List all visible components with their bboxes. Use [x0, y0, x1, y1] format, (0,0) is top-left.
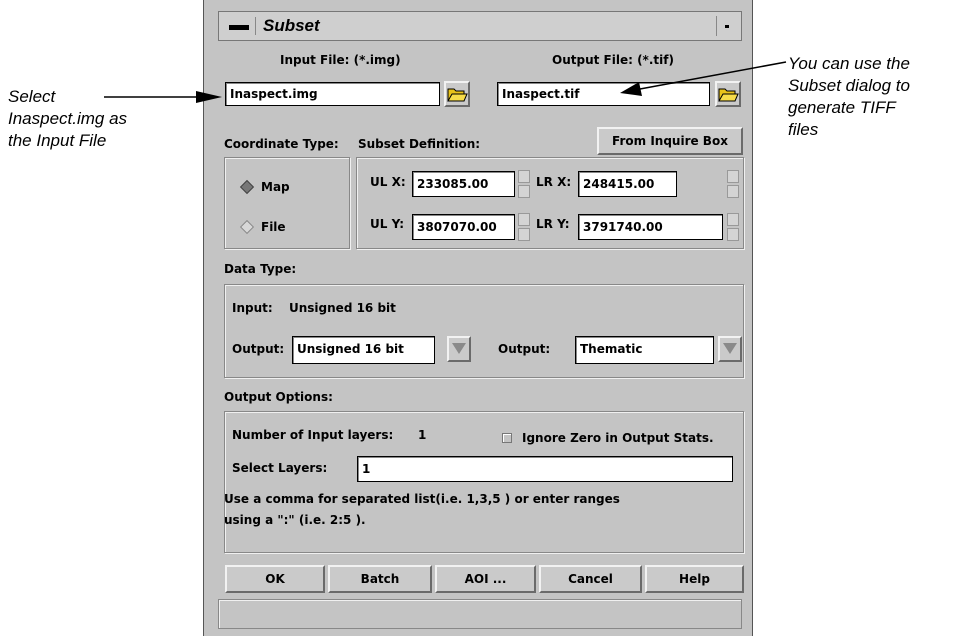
uly-spinner[interactable]	[518, 213, 530, 241]
annotation-left-line3: the Input File	[8, 131, 107, 150]
coordinate-type-label: Coordinate Type:	[224, 137, 339, 151]
help-text-line1: Use a comma for separated list(i.e. 1,3,…	[224, 492, 620, 506]
cancel-button[interactable]: Cancel	[539, 565, 642, 593]
uly-field[interactable]: 3807070.00	[412, 214, 515, 240]
lry-spinner[interactable]	[727, 213, 739, 241]
status-bar	[218, 599, 742, 629]
select-layers-label: Select Layers:	[232, 461, 328, 475]
subset-dialog: Subset Input File: (*.img) Output File: …	[203, 0, 753, 636]
ulx-spinner[interactable]	[518, 170, 530, 198]
file-radio-label[interactable]: File	[261, 220, 286, 234]
from-inquire-box-button[interactable]: From Inquire Box	[597, 127, 743, 155]
minimize-icon[interactable]	[716, 16, 737, 36]
title-bar: Subset	[218, 11, 742, 41]
output-folder-icon[interactable]	[715, 81, 741, 107]
lrx-field[interactable]: 248415.00	[578, 171, 677, 197]
data-type-output2-dropdown-icon[interactable]	[718, 336, 742, 362]
ulx-field[interactable]: 233085.00	[412, 171, 515, 197]
data-type-output-select[interactable]: Unsigned 16 bit	[292, 336, 435, 364]
num-layers-value: 1	[418, 428, 427, 442]
annotation-right-line4: files	[788, 120, 819, 139]
data-type-heading: Data Type:	[224, 262, 297, 276]
num-layers-label: Number of Input layers:	[232, 428, 394, 442]
uly-label: UL Y:	[370, 217, 405, 231]
help-button[interactable]: Help	[645, 565, 744, 593]
output-options-heading: Output Options:	[224, 390, 333, 404]
lry-label: LR Y:	[536, 217, 570, 231]
lrx-spinner[interactable]	[727, 170, 739, 198]
help-text-line2: using a ":" (i.e. 2:5 ).	[224, 513, 366, 527]
annotation-left-line1: Select	[8, 87, 56, 106]
data-type-output2-label: Output:	[498, 342, 551, 356]
data-type-output2-select[interactable]: Thematic	[575, 336, 714, 364]
data-type-input-value: Unsigned 16 bit	[289, 301, 396, 315]
input-file-label: Input File: (*.img)	[280, 53, 401, 67]
output-file-label: Output File: (*.tif)	[552, 53, 674, 67]
map-radio-label[interactable]: Map	[261, 180, 290, 194]
batch-button[interactable]: Batch	[328, 565, 432, 593]
annotation-right-line1: You can use the	[788, 54, 910, 73]
lrx-label: LR X:	[536, 175, 572, 189]
select-layers-field[interactable]: 1	[357, 456, 733, 482]
input-folder-icon[interactable]	[444, 81, 470, 107]
data-type-input-label: Input:	[232, 301, 273, 315]
output-file-field[interactable]: Inaspect.tif	[497, 82, 710, 106]
annotation-right-line3: generate TIFF	[788, 98, 896, 117]
ulx-label: UL X:	[370, 175, 406, 189]
lry-field[interactable]: 3791740.00	[578, 214, 723, 240]
window-menu-icon[interactable]	[225, 17, 256, 35]
annotation-right: You can use the Subset dialog to generat…	[788, 53, 910, 141]
annotation-right-line2: Subset dialog to	[788, 76, 910, 95]
ok-button[interactable]: OK	[225, 565, 325, 593]
window-title: Subset	[263, 16, 320, 35]
input-file-field[interactable]: Inaspect.img	[225, 82, 440, 106]
subset-definition-label: Subset Definition:	[358, 137, 481, 151]
data-type-output-label: Output:	[232, 342, 285, 356]
ignore-zero-label[interactable]: Ignore Zero in Output Stats.	[522, 431, 714, 445]
data-type-output-dropdown-icon[interactable]	[447, 336, 471, 362]
ignore-zero-checkbox[interactable]	[502, 433, 512, 443]
aoi-button[interactable]: AOI ...	[435, 565, 536, 593]
coordinate-type-group	[224, 157, 350, 249]
annotation-left-line2: Inaspect.img as	[8, 109, 128, 128]
annotation-left: Select Inaspect.img as the Input File	[8, 86, 127, 152]
